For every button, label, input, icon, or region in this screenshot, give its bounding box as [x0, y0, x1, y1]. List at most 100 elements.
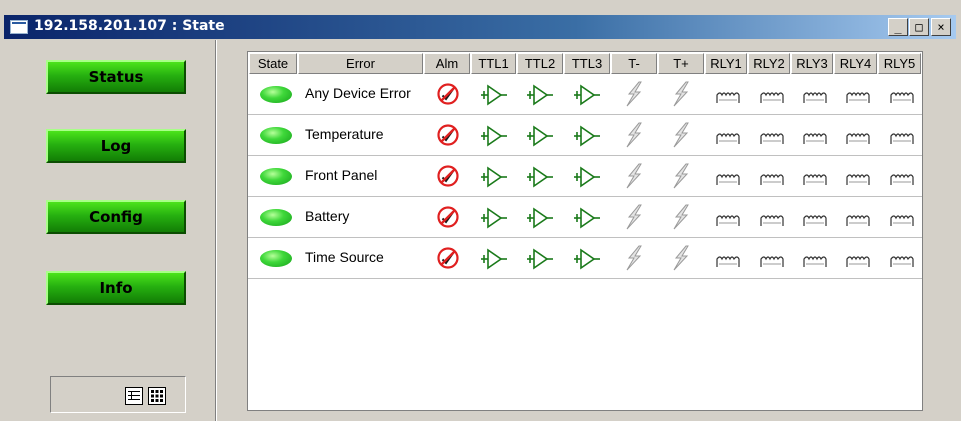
relay-coil-icon[interactable] [890, 213, 914, 232]
bolt-icon[interactable] [623, 122, 645, 152]
relay-coil-icon[interactable] [846, 254, 870, 273]
table-row[interactable]: Time Source [248, 238, 922, 279]
buffer-gate-icon[interactable] [573, 124, 601, 152]
buffer-gate-icon[interactable] [480, 124, 508, 152]
view-toggle [50, 376, 186, 413]
bolt-icon[interactable] [623, 245, 645, 275]
buffer-gate-icon[interactable] [573, 83, 601, 111]
panel-separator[interactable] [215, 40, 217, 421]
column-header-rly3[interactable]: RLY3 [791, 53, 833, 74]
close-button[interactable]: × [931, 18, 951, 36]
buffer-gate-icon[interactable] [480, 206, 508, 234]
buffer-gate-icon[interactable] [526, 247, 554, 275]
app-icon [10, 20, 28, 34]
relay-coil-icon[interactable] [846, 131, 870, 150]
state-table: State Error Alm TTL1 TTL2 TTL3 T- T+ RLY1 RLY2 RLY… [247, 51, 923, 411]
column-header-ttl2[interactable]: TTL2 [517, 53, 563, 74]
error-label: Any Device Error [305, 85, 411, 101]
buffer-gate-icon[interactable] [526, 206, 554, 234]
relay-coil-icon[interactable] [803, 90, 827, 109]
title-bar[interactable]: 192.158.201.107 : State _ □ × [4, 15, 956, 39]
relay-coil-icon[interactable] [716, 90, 740, 109]
nav-panel: Status Log Config Info [4, 40, 213, 417]
relay-coil-icon[interactable] [803, 254, 827, 273]
config-button[interactable]: Config [46, 200, 186, 234]
relay-coil-icon[interactable] [760, 254, 784, 273]
table-row[interactable]: Battery [248, 197, 922, 238]
relay-coil-icon[interactable] [803, 131, 827, 150]
column-header-t[interactable]: T- [611, 53, 657, 74]
column-header-state[interactable]: State [249, 53, 297, 74]
column-header-rly2[interactable]: RLY2 [748, 53, 790, 74]
bolt-icon[interactable] [670, 163, 692, 193]
bolt-icon[interactable] [623, 204, 645, 234]
status-button[interactable]: Status [46, 60, 186, 94]
relay-coil-icon[interactable] [890, 131, 914, 150]
state-led-icon [260, 209, 292, 226]
alarm-disabled-icon[interactable] [436, 246, 460, 274]
list-view-icon[interactable] [125, 387, 143, 405]
column-header-rly5[interactable]: RLY5 [878, 53, 921, 74]
info-button[interactable]: Info [46, 271, 186, 305]
alarm-disabled-icon[interactable] [436, 205, 460, 233]
bolt-icon[interactable] [670, 81, 692, 111]
relay-coil-icon[interactable] [803, 213, 827, 232]
relay-coil-icon[interactable] [846, 172, 870, 191]
relay-coil-icon[interactable] [890, 254, 914, 273]
state-led-icon [260, 86, 292, 103]
relay-coil-icon[interactable] [890, 172, 914, 191]
error-label: Temperature [305, 126, 384, 142]
relay-coil-icon[interactable] [716, 213, 740, 232]
relay-coil-icon[interactable] [890, 90, 914, 109]
column-header-alm[interactable]: Alm [424, 53, 470, 74]
column-header-ttl1[interactable]: TTL1 [471, 53, 516, 74]
alarm-disabled-icon[interactable] [436, 164, 460, 192]
error-label: Front Panel [305, 167, 378, 183]
relay-coil-icon[interactable] [716, 254, 740, 273]
buffer-gate-icon[interactable] [573, 247, 601, 275]
buffer-gate-icon[interactable] [526, 124, 554, 152]
relay-coil-icon[interactable] [716, 172, 740, 191]
maximize-button[interactable]: □ [909, 18, 929, 36]
buffer-gate-icon[interactable] [480, 247, 508, 275]
state-led-icon [260, 168, 292, 185]
buffer-gate-icon[interactable] [480, 83, 508, 111]
relay-coil-icon[interactable] [846, 90, 870, 109]
column-header-rly1[interactable]: RLY1 [705, 53, 747, 74]
column-header-error[interactable]: Error [298, 53, 423, 74]
bolt-icon[interactable] [623, 163, 645, 193]
relay-coil-icon[interactable] [803, 172, 827, 191]
error-label: Battery [305, 208, 350, 224]
buffer-gate-icon[interactable] [526, 165, 554, 193]
relay-coil-icon[interactable] [760, 90, 784, 109]
column-header-ttl3[interactable]: TTL3 [564, 53, 610, 74]
table-row[interactable]: Any Device Error [248, 74, 922, 115]
state-led-icon [260, 250, 292, 267]
alarm-disabled-icon[interactable] [436, 123, 460, 151]
column-header-t[interactable]: T+ [658, 53, 704, 74]
table-row[interactable]: Front Panel [248, 156, 922, 197]
bolt-icon[interactable] [670, 245, 692, 275]
table-row[interactable]: Temperature [248, 115, 922, 156]
alarm-disabled-icon[interactable] [436, 82, 460, 110]
relay-coil-icon[interactable] [760, 172, 784, 191]
relay-coil-icon[interactable] [760, 213, 784, 232]
app-window: 192.158.201.107 : State _ □ × Status Log… [0, 0, 961, 421]
minimize-button[interactable]: _ [888, 18, 908, 36]
log-button[interactable]: Log [46, 129, 186, 163]
relay-coil-icon[interactable] [846, 213, 870, 232]
bolt-icon[interactable] [623, 81, 645, 111]
column-header-rly4[interactable]: RLY4 [834, 53, 877, 74]
grid-view-icon[interactable] [148, 387, 166, 405]
buffer-gate-icon[interactable] [573, 206, 601, 234]
bolt-icon[interactable] [670, 122, 692, 152]
relay-coil-icon[interactable] [716, 131, 740, 150]
buffer-gate-icon[interactable] [573, 165, 601, 193]
relay-coil-icon[interactable] [760, 131, 784, 150]
bolt-icon[interactable] [670, 204, 692, 234]
error-label: Time Source [305, 249, 384, 265]
window-title: 192.158.201.107 : State [34, 18, 225, 34]
buffer-gate-icon[interactable] [480, 165, 508, 193]
buffer-gate-icon[interactable] [526, 83, 554, 111]
state-led-icon [260, 127, 292, 144]
